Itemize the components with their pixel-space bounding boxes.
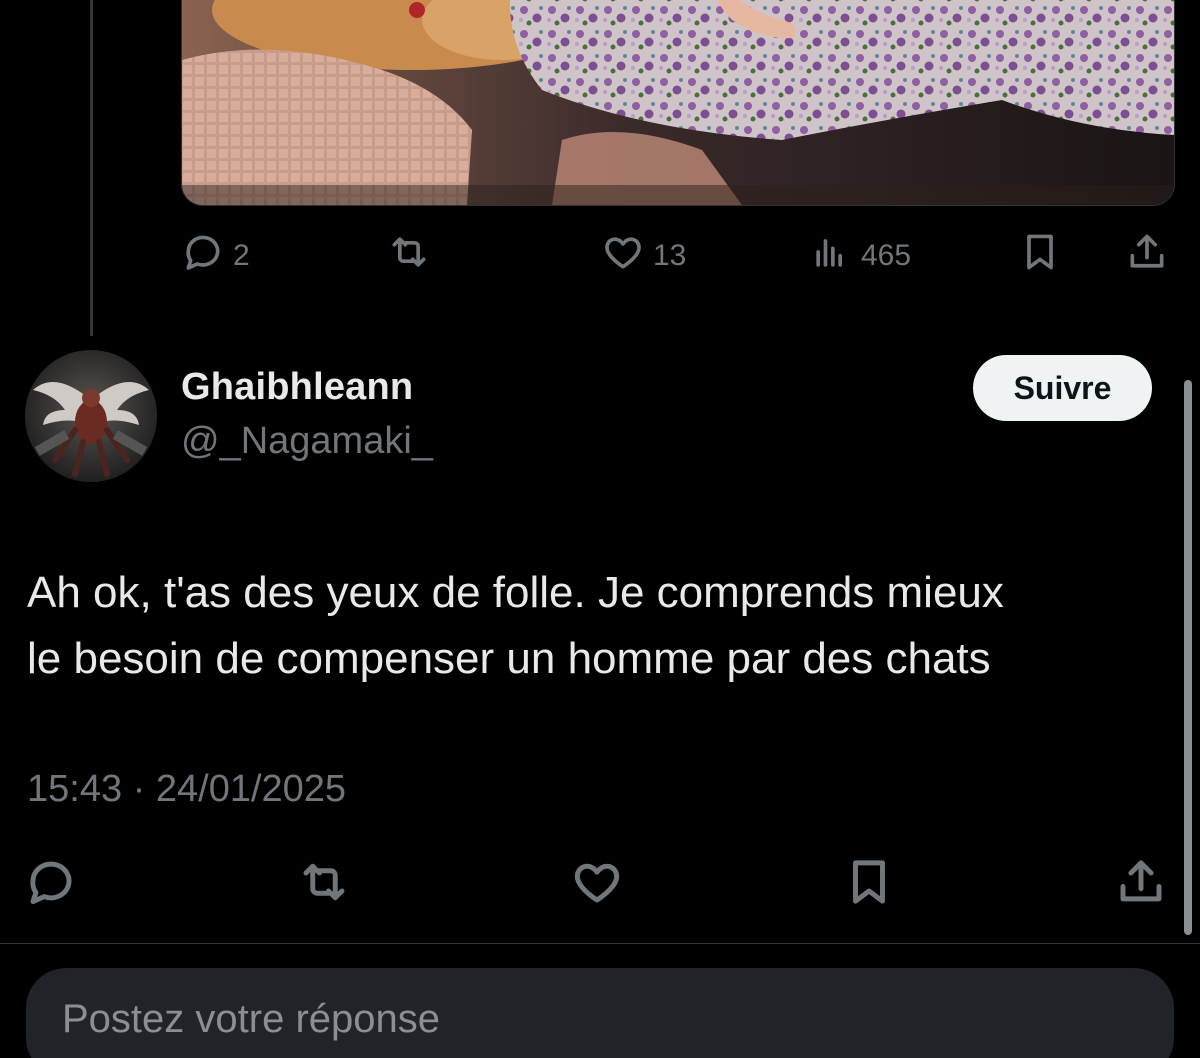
reply-icon	[24, 855, 78, 917]
bookmark-icon	[1018, 230, 1062, 282]
reply-count: 2	[233, 239, 250, 272]
author-name[interactable]: Ghaibhleann	[181, 366, 413, 409]
reply-icon	[181, 230, 225, 282]
bookmark-action[interactable]	[842, 858, 896, 914]
retweet-icon	[297, 855, 351, 917]
view-count: 465	[861, 239, 912, 272]
main-tweet-actions	[0, 858, 1200, 918]
tweet-media-image[interactable]	[181, 0, 1175, 206]
tweet-detail-page: 2 13 465 Ghaibhleann @_Nagamaki_ Suivre …	[0, 0, 1200, 1058]
heart-icon	[601, 230, 645, 282]
tweet-timestamp[interactable]: 15:43 · 24/01/2025	[27, 768, 346, 811]
share-icon	[1125, 230, 1169, 282]
retweet-icon	[387, 230, 431, 282]
previous-tweet-actions: 2 13 465	[181, 228, 1173, 284]
views-action[interactable]: 465	[809, 228, 911, 284]
bookmark-action[interactable]	[1018, 228, 1062, 284]
author-handle[interactable]: @_Nagamaki_	[181, 420, 433, 463]
reply-input[interactable]	[60, 988, 1144, 1050]
like-action[interactable]: 13	[601, 228, 686, 284]
reply-composer[interactable]	[26, 968, 1174, 1058]
thread-connector-line	[90, 0, 93, 336]
retweet-action[interactable]	[297, 858, 351, 914]
like-count: 13	[653, 239, 687, 272]
bookmark-icon	[842, 855, 896, 917]
like-action[interactable]	[570, 858, 624, 914]
heart-icon	[570, 855, 624, 917]
avatar[interactable]	[25, 350, 157, 482]
scrollbar[interactable]	[1184, 380, 1192, 935]
views-icon	[809, 230, 853, 282]
retweet-action[interactable]	[387, 228, 431, 284]
tweet-text-line: le besoin de compenser un homme par des …	[27, 634, 991, 683]
share-icon	[1114, 855, 1168, 917]
divider	[0, 943, 1200, 944]
reply-action[interactable]: 2	[181, 228, 250, 284]
share-action[interactable]	[1114, 858, 1168, 914]
follow-button[interactable]: Suivre	[973, 355, 1152, 421]
tweet-text: Ah ok, t'as des yeux de folle. Je compre…	[27, 560, 1177, 692]
tweet-text-line: Ah ok, t'as des yeux de folle. Je compre…	[27, 568, 1004, 617]
reply-action[interactable]	[24, 858, 78, 914]
share-action[interactable]	[1125, 228, 1169, 284]
